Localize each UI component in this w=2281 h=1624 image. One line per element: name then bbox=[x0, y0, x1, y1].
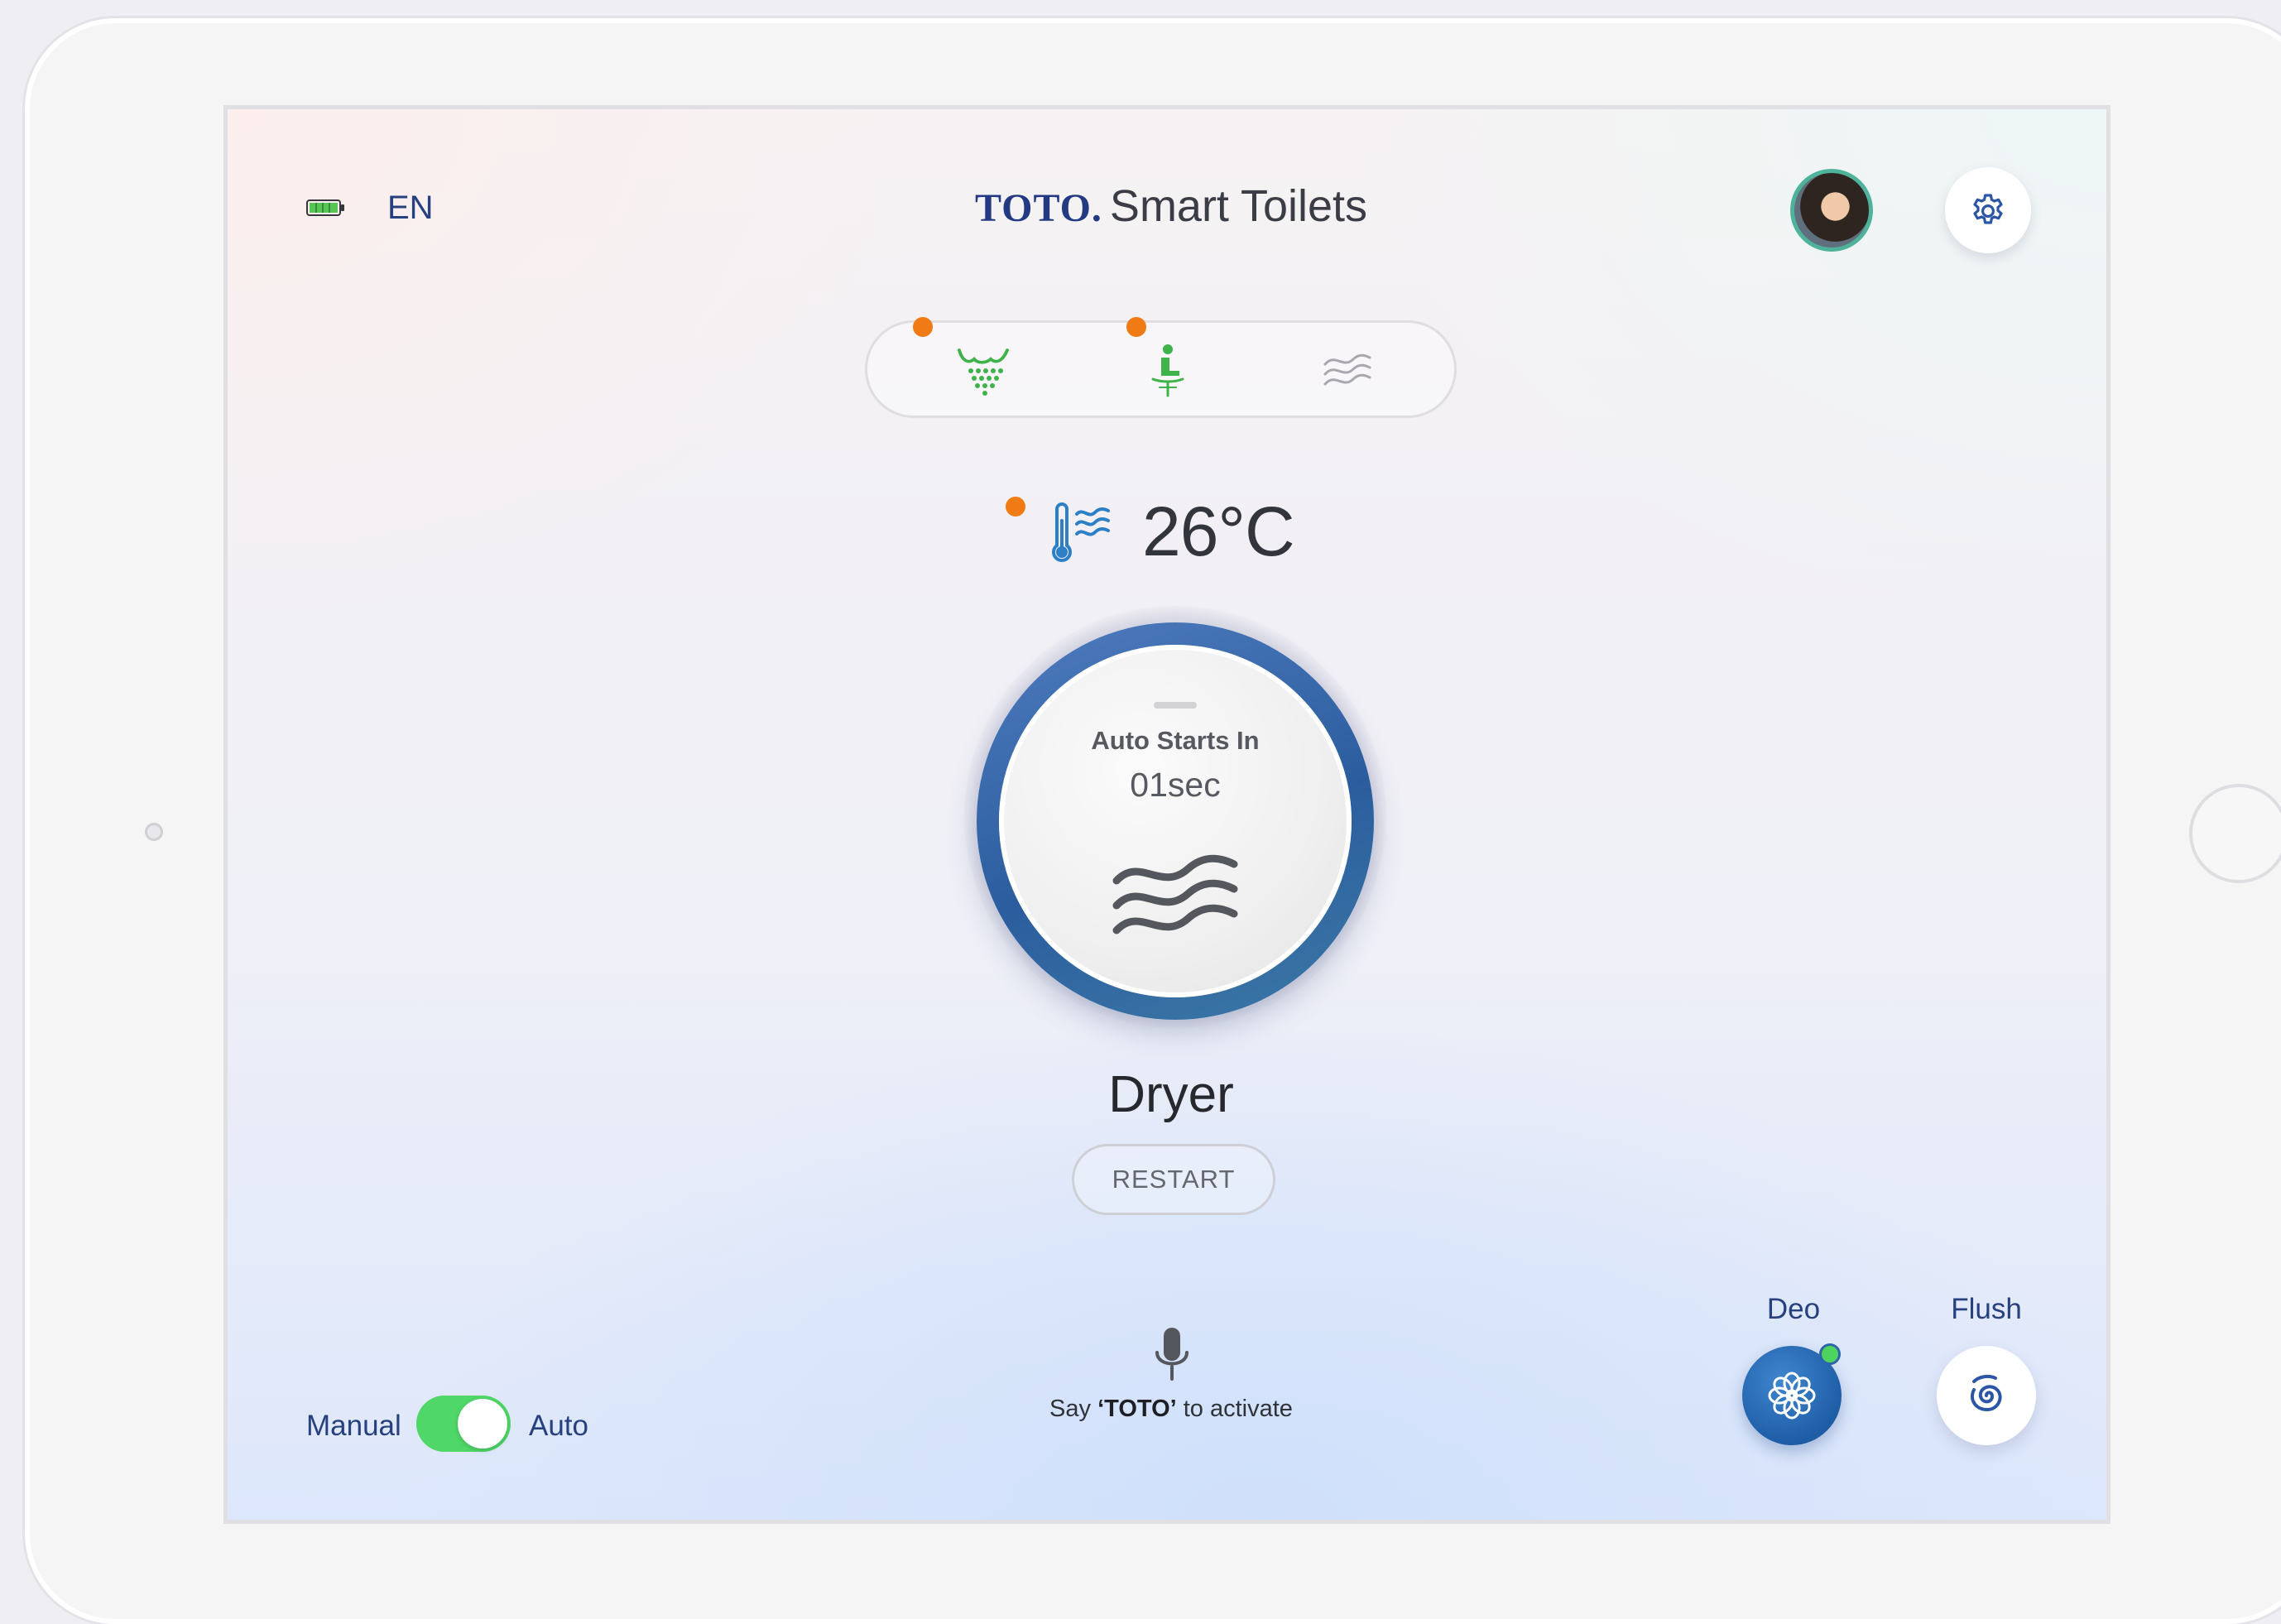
voice-hint-suffix: to activate bbox=[1176, 1396, 1293, 1422]
gear-icon bbox=[1973, 194, 2003, 224]
swirl-icon bbox=[1971, 1374, 2002, 1412]
user-avatar[interactable] bbox=[1790, 169, 1873, 252]
seat-indicator-dot bbox=[1126, 317, 1146, 337]
voice-hint-prefix: Say bbox=[1049, 1396, 1098, 1422]
deo-active-dot bbox=[1819, 1343, 1841, 1365]
voice-keyword: ‘TOTO’ bbox=[1097, 1396, 1177, 1422]
settings-button[interactable] bbox=[1945, 167, 2031, 253]
mode-selector bbox=[865, 320, 1457, 418]
brand-name: Smart Toilets bbox=[1109, 181, 1368, 231]
flower-icon bbox=[1768, 1372, 1816, 1420]
microphone-icon[interactable] bbox=[1150, 1326, 1193, 1384]
current-mode-title: Dryer bbox=[1108, 1066, 1234, 1123]
dryer-wave-icon bbox=[1112, 854, 1238, 935]
restart-button[interactable]: RESTART bbox=[1072, 1144, 1275, 1215]
auto-start-countdown: 01sec bbox=[1130, 766, 1221, 804]
brand-mark: . bbox=[1091, 186, 1102, 230]
app-screen: EN TOTO. Smart Toilets 26°C Auto Starts … bbox=[223, 105, 2111, 1524]
deo-label: Deo bbox=[1766, 1293, 1821, 1325]
dial-handle bbox=[1154, 702, 1197, 709]
dryer-wave-icon[interactable] bbox=[1318, 341, 1376, 399]
temperature-value: 26°C bbox=[1142, 492, 1295, 570]
bidet-indicator-dot bbox=[913, 317, 933, 337]
thermometer-air-icon bbox=[1052, 502, 1110, 562]
seat-user-icon[interactable] bbox=[1136, 341, 1194, 399]
temperature-indicator-dot bbox=[1006, 497, 1025, 517]
flush-label: Flush bbox=[1951, 1293, 2022, 1325]
auto-start-label: Auto Starts In bbox=[1091, 726, 1260, 755]
camera-icon bbox=[145, 823, 163, 841]
home-button[interactable] bbox=[2189, 784, 2281, 883]
brand-logo: TOTO bbox=[974, 186, 1092, 230]
flush-button[interactable] bbox=[1937, 1346, 2036, 1445]
bidet-spray-icon[interactable] bbox=[954, 341, 1012, 399]
